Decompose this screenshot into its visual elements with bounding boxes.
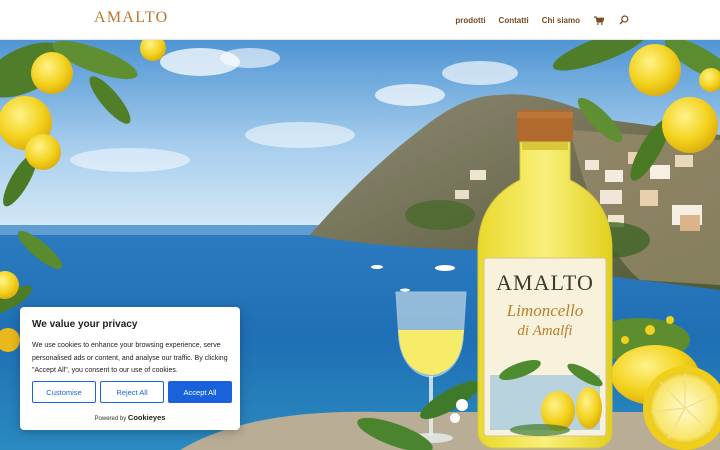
reject-all-button[interactable]: Reject All (100, 381, 164, 403)
powered-by: Powered by Cookieyes (20, 413, 240, 422)
accept-all-button[interactable]: Accept All (168, 381, 232, 403)
site-header: AMALTO prodotti Contatti Chi siamo (0, 0, 720, 40)
nav-link-chi-siamo[interactable]: Chi siamo (542, 16, 580, 25)
search-icon[interactable] (618, 14, 630, 26)
bottle-origin-text: di Amalfi (517, 323, 572, 339)
nav-link-prodotti[interactable]: prodotti (455, 16, 485, 25)
main-nav: prodotti Contatti Chi siamo (455, 0, 630, 40)
bottle-name-text: Limoncello (506, 301, 584, 320)
powered-by-prefix: Powered by (94, 416, 127, 422)
cookie-buttons: Customise Reject All Accept All (32, 381, 232, 403)
customise-button[interactable]: Customise (32, 381, 96, 403)
cookie-consent-banner: We value your privacy We use cookies to … (20, 307, 240, 430)
cart-icon[interactable] (593, 14, 605, 26)
bottle-brand-text: AMALTO (496, 270, 594, 295)
nav-link-contatti[interactable]: Contatti (499, 16, 529, 25)
cookie-description: We use cookies to enhance your browsing … (32, 342, 228, 374)
site-logo[interactable]: AMALTO (94, 9, 168, 27)
cookie-title: We value your privacy (32, 319, 138, 330)
cookieyes-logo[interactable]: Cookieyes (128, 413, 166, 422)
